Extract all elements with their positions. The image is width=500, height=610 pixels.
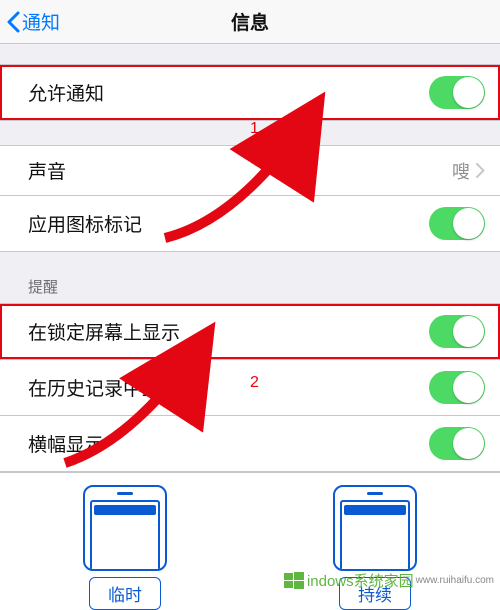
annotation-num-1: 1 — [250, 120, 259, 138]
group-allow: 允许通知 — [0, 64, 500, 121]
preview-persistent-label: 持续 — [339, 577, 411, 610]
back-button[interactable]: 通知 — [6, 8, 60, 35]
row-badge[interactable]: 应用图标标记 — [0, 196, 500, 252]
row-banner[interactable]: 横幅显示 — [0, 416, 500, 472]
phone-icon — [333, 485, 417, 571]
row-sound[interactable]: 声音 嗖 — [0, 145, 500, 196]
group-app-settings: 声音 嗖 应用图标标记 — [0, 145, 500, 252]
back-label: 通知 — [22, 8, 60, 35]
page-title: 信息 — [231, 8, 269, 35]
row-history[interactable]: 在历史记录中显示 — [0, 360, 500, 416]
nav-bar: 通知 信息 — [0, 0, 500, 44]
chevron-left-icon — [6, 11, 20, 33]
sound-label: 声音 — [28, 157, 66, 184]
history-label: 在历史记录中显示 — [28, 374, 180, 401]
lock-label: 在锁定屏幕上显示 — [28, 318, 180, 345]
toggle-lock[interactable] — [429, 315, 485, 348]
badge-label: 应用图标标记 — [28, 210, 142, 237]
sound-value-wrap: 嗖 — [452, 158, 485, 184]
preview-temporary-label: 临时 — [89, 577, 161, 610]
banner-label: 横幅显示 — [28, 430, 104, 457]
toggle-allow[interactable] — [429, 76, 485, 109]
row-allow-notifications[interactable]: 允许通知 — [0, 64, 500, 121]
toggle-banner[interactable] — [429, 427, 485, 460]
row-lock-screen[interactable]: 在锁定屏幕上显示 — [0, 303, 500, 360]
phone-icon — [83, 485, 167, 571]
preview-temporary[interactable]: 临时 — [83, 485, 167, 610]
group-alerts: 提醒 在锁定屏幕上显示 在历史记录中显示 横幅显示 临时 持续 — [0, 276, 500, 610]
toggle-history[interactable] — [429, 371, 485, 404]
allow-label: 允许通知 — [28, 79, 104, 106]
toggle-badge[interactable] — [429, 207, 485, 240]
sound-value: 嗖 — [452, 158, 470, 184]
preview-persistent[interactable]: 持续 — [333, 485, 417, 610]
chevron-right-icon — [476, 163, 485, 178]
banner-style-previews: 临时 持续 — [0, 472, 500, 610]
alerts-header: 提醒 — [0, 276, 500, 303]
